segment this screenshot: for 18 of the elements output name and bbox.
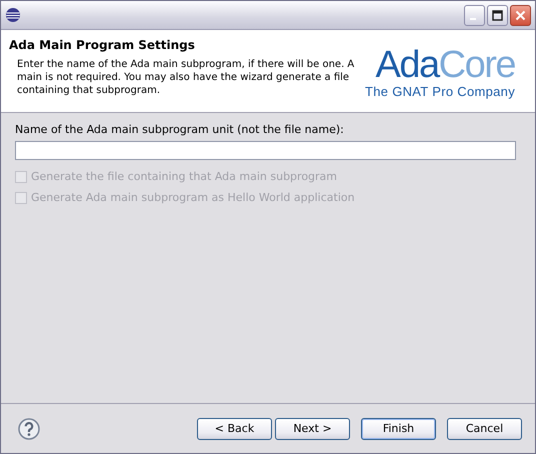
input-field[interactable] [15,141,516,160]
field-label: Name of the Ada main subprogram unit (not the file name): [15,123,345,136]
close-button[interactable] [510,4,531,26]
page-title: Ada Main Program Settings [9,38,196,52]
logo-tagline: The GNAT Pro Company [364,84,515,99]
wizard-button[interactable]: Cancel [447,418,522,440]
help-icon[interactable] [18,418,40,440]
wizard-button[interactable]: Next > [275,418,350,440]
wizard-button[interactable]: < Back [197,418,272,440]
logo-wordmark: AdaCore [376,46,515,84]
checkbox-label: Generate the file containing that Ada main subprogram [31,170,338,183]
close-icon [515,10,526,20]
app-icon [5,7,21,23]
page-description: Enter the name of the Ada main subprogram, if there will be one. A main is not required. You may also have the wizard generate a file containing that subprogram. [16,58,356,97]
wizard-button[interactable]: Finish [361,418,436,440]
maximize-icon [492,10,503,20]
checkbox-label: Generate Ada main subprogram as Hello World application [31,191,355,204]
maximize-button[interactable] [487,4,508,26]
